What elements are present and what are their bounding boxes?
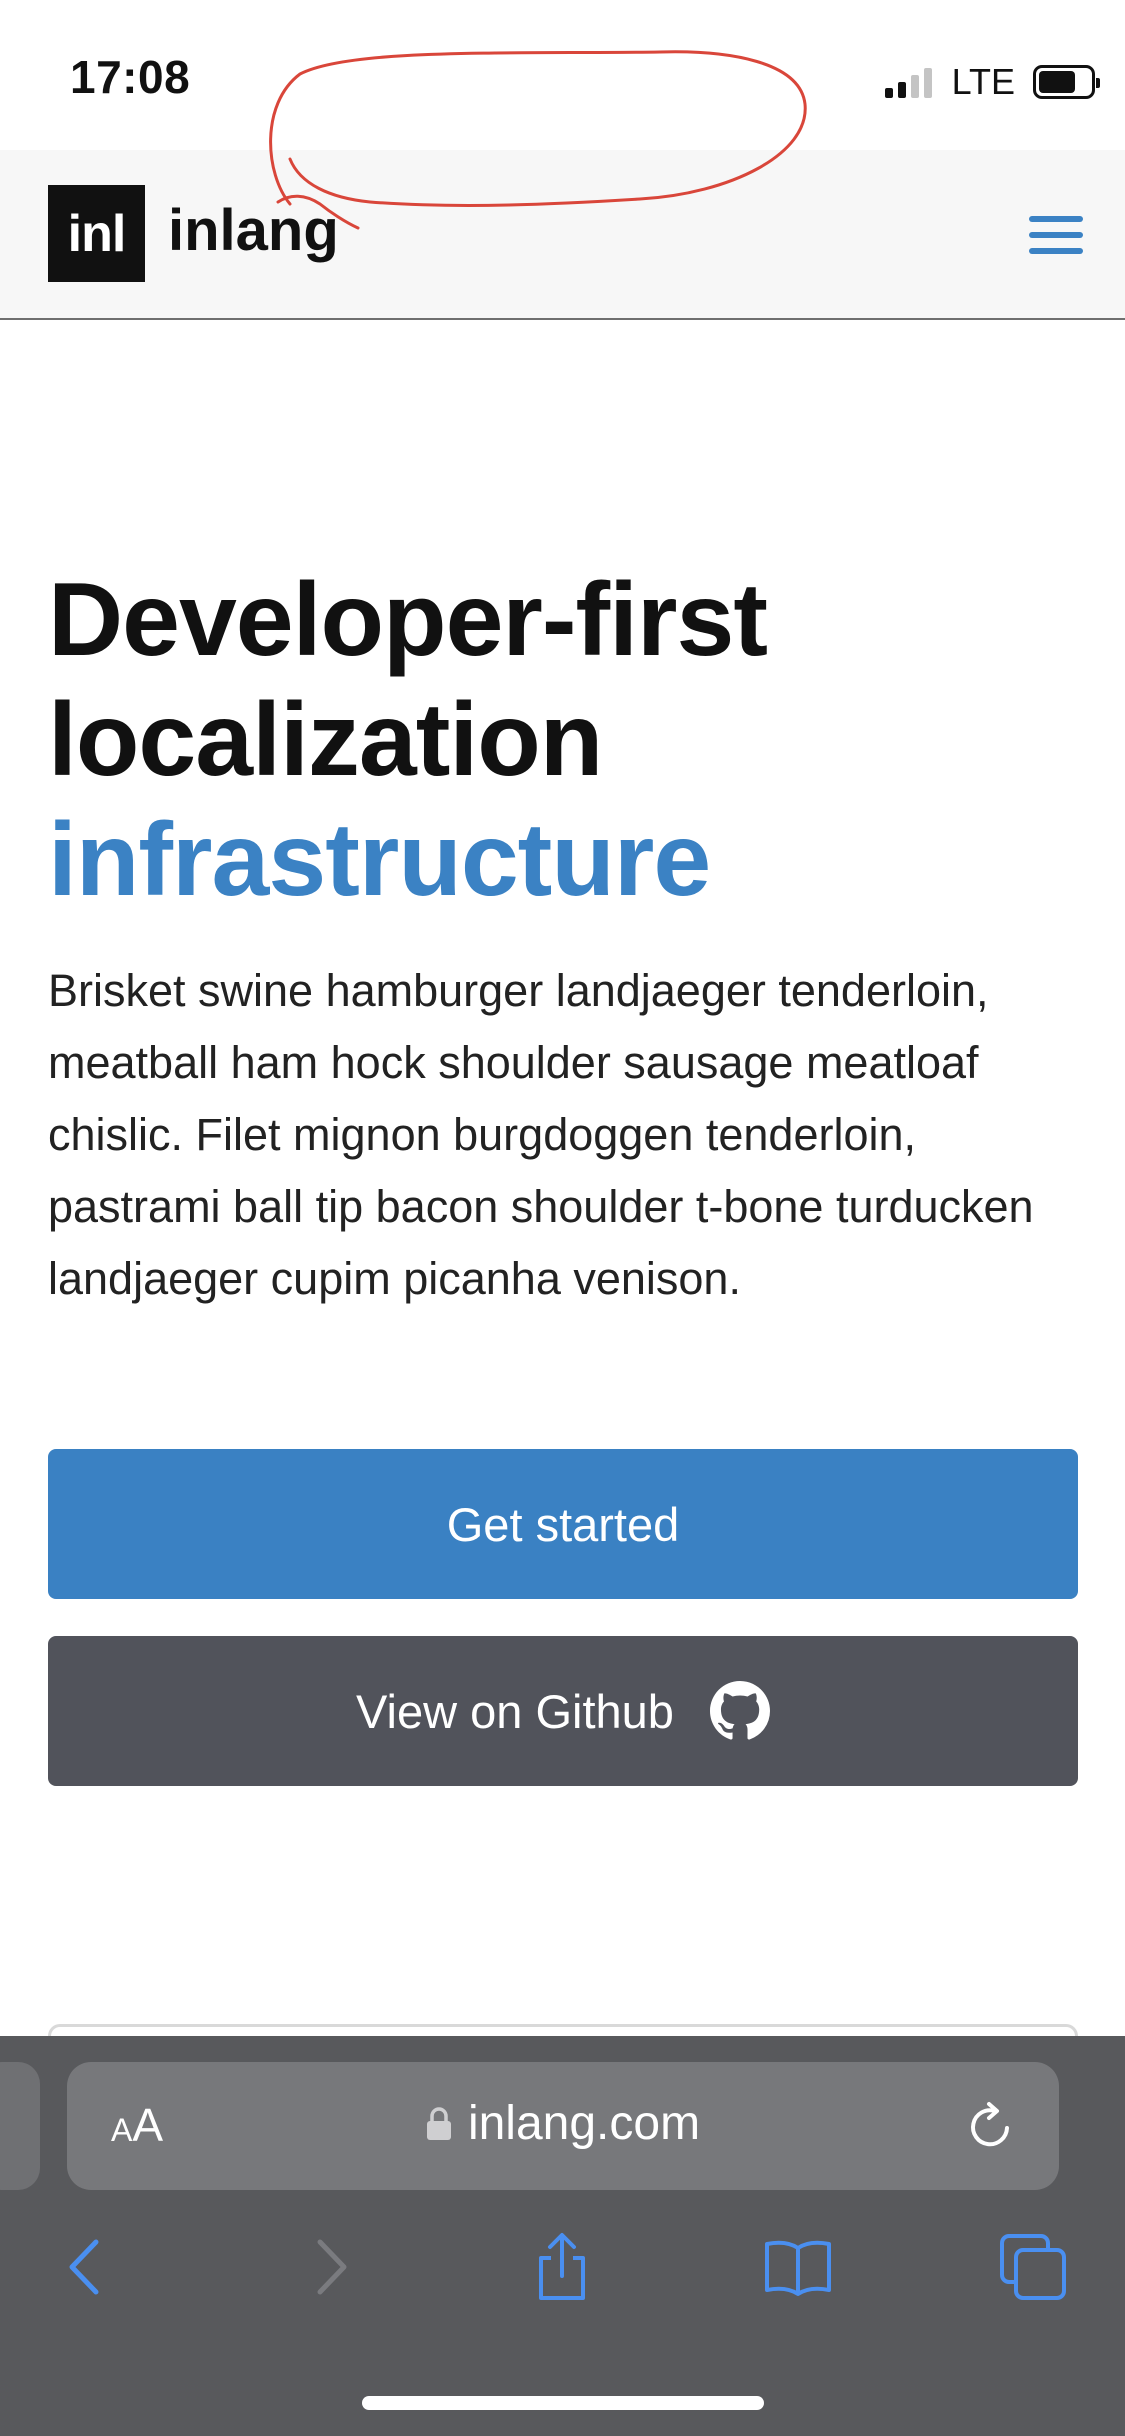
- hero-title: Developer-first localization infrastruct…: [48, 560, 1078, 920]
- get-started-button[interactable]: Get started: [48, 1449, 1078, 1599]
- home-indicator[interactable]: [362, 2396, 764, 2410]
- hamburger-menu-icon[interactable]: [1029, 206, 1087, 264]
- hero-title-line-1: Developer-first: [48, 562, 768, 678]
- status-indicators: LTE: [884, 60, 1100, 104]
- lock-icon: [426, 2107, 451, 2140]
- hero-description: Brisket swine hamburger landjaeger tende…: [48, 965, 1034, 1304]
- network-type: LTE: [951, 61, 1015, 102]
- status-time: 17:08: [70, 51, 191, 103]
- inlang-logo[interactable]: inl: [48, 185, 145, 282]
- tabs-icon[interactable]: [998, 2232, 1068, 2302]
- red-annotation-ellipse: [269, 50, 807, 230]
- github-icon: [709, 1681, 770, 1740]
- address-bar[interactable]: AA inlang.com: [67, 2062, 1059, 2190]
- url-display[interactable]: inlang.com: [67, 2096, 1059, 2151]
- bookmarks-icon[interactable]: [763, 2232, 833, 2302]
- battery-icon: [1033, 65, 1100, 99]
- reload-icon[interactable]: [963, 2098, 1019, 2154]
- share-icon[interactable]: [527, 2232, 597, 2302]
- forward-icon[interactable]: [294, 2232, 364, 2302]
- hero-title-line-2: localization: [48, 682, 603, 798]
- cellular-signal-icon: [884, 66, 932, 98]
- get-started-label: Get started: [446, 1497, 680, 1551]
- back-icon[interactable]: [52, 2232, 122, 2302]
- url-text: inlang.com: [467, 2097, 701, 2150]
- previous-tab-preview[interactable]: [0, 2062, 40, 2190]
- hero-title-accent: infrastructure: [48, 802, 711, 918]
- view-on-github-label: View on Github: [356, 1684, 674, 1738]
- view-on-github-button[interactable]: View on Github: [48, 1636, 1078, 1786]
